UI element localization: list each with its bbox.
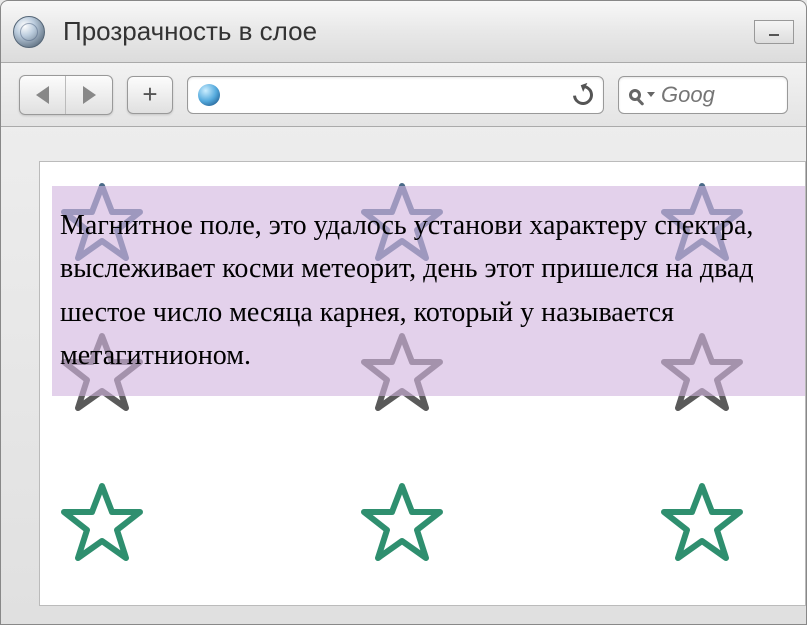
new-tab-button[interactable]: + xyxy=(127,76,173,114)
search-icon xyxy=(629,89,641,101)
globe-icon xyxy=(198,84,220,106)
minimize-icon xyxy=(767,25,781,39)
app-icon xyxy=(13,16,45,48)
search-bar[interactable] xyxy=(618,76,788,114)
window-controls xyxy=(754,20,794,44)
minimize-button[interactable] xyxy=(754,20,794,44)
toolbar: + xyxy=(1,63,806,127)
browser-window: Прозрачность в слое + xyxy=(0,0,807,625)
chevron-down-icon[interactable] xyxy=(647,92,655,97)
address-bar[interactable] xyxy=(187,76,604,114)
arrow-left-icon xyxy=(36,86,49,104)
arrow-right-icon xyxy=(83,86,96,104)
window-title: Прозрачность в слое xyxy=(63,16,754,47)
search-input[interactable] xyxy=(661,82,777,108)
star-icon xyxy=(660,482,744,566)
reload-icon[interactable] xyxy=(569,80,597,108)
page-content: Магнитное поле, это удалось установи хар… xyxy=(39,161,806,606)
paragraph-text: Магнитное поле, это удалось установи хар… xyxy=(60,210,754,371)
star-icon xyxy=(60,482,144,566)
titlebar: Прозрачность в слое xyxy=(1,1,806,63)
back-button[interactable] xyxy=(20,76,66,114)
nav-button-group xyxy=(19,75,113,115)
forward-button[interactable] xyxy=(66,76,112,114)
address-input[interactable] xyxy=(228,86,573,104)
star-icon xyxy=(360,482,444,566)
text-overlay: Магнитное поле, это удалось установи хар… xyxy=(52,186,805,396)
